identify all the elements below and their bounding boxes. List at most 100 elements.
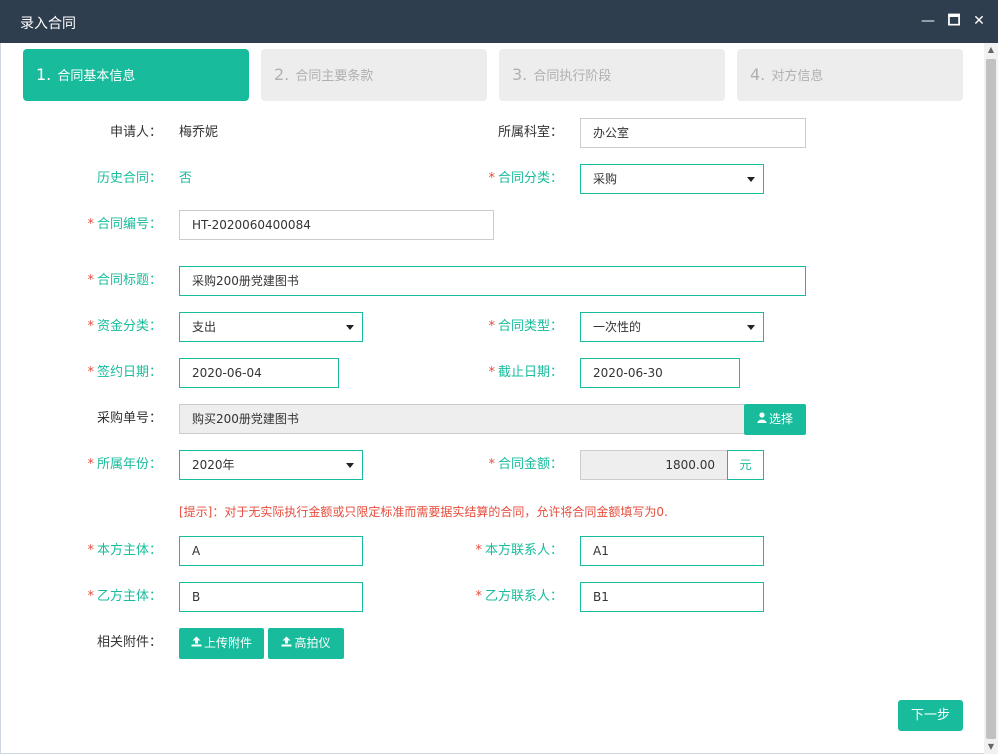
end-date-field[interactable]: 2020-06-30 [580, 358, 740, 388]
contract-category-label: * 合同分类： [440, 169, 563, 189]
step-number: 2. [274, 65, 290, 84]
required-mark: * [87, 365, 94, 380]
upload-icon [281, 628, 292, 659]
party-b-label-text: 乙方主体： [96, 589, 162, 604]
required-mark: * [87, 457, 94, 472]
step-label: 合同执行阶段 [533, 69, 612, 84]
amount-unit-addon: 元 [727, 450, 764, 480]
applicant-value: 梅乔妮 [179, 125, 219, 140]
contract-title-field[interactable]: 采购200册党建图书 [179, 266, 806, 296]
purchase-number-label: 采购单号： [96, 411, 162, 426]
upload-attachment-label: 上传附件 [203, 636, 252, 650]
contract-type-label: * 合同类型： [440, 317, 563, 337]
document-camera-label: 高拍仪 [294, 636, 331, 650]
required-mark: * [87, 589, 94, 604]
end-date-label-text: 截止日期： [497, 365, 563, 380]
applicant-label: 申请人： [109, 125, 162, 140]
maximize-icon[interactable]: 🗖 [943, 10, 965, 32]
minimize-icon[interactable]: — [917, 10, 939, 32]
contract-number-field[interactable]: HT-2020060400084 [179, 210, 494, 240]
fund-category-label: * 资金分类： [60, 317, 162, 337]
party-a-label-text: 本方主体： [96, 543, 162, 558]
contract-category-label-text: 合同分类： [497, 171, 563, 186]
contract-type-label-text: 合同类型： [497, 319, 563, 334]
year-label: * 所属年份： [60, 455, 162, 475]
year-value: 2020年 [192, 458, 235, 472]
party-a-contact-label-text: 本方联系人： [484, 543, 563, 558]
party-b-field[interactable]: B [179, 582, 363, 612]
contract-title-label: * 合同标题： [60, 271, 162, 291]
upload-attachment-button[interactable]: 上传附件 [179, 628, 264, 659]
party-b-contact-label: * 乙方联系人： [440, 587, 563, 607]
vertical-scrollbar[interactable]: ▲ ▼ [984, 43, 998, 754]
step-tab-counterparty[interactable]: 4. 对方信息 [737, 49, 963, 101]
contract-type-value: 一次性的 [593, 320, 642, 334]
year-label-text: 所属年份： [96, 457, 162, 472]
contract-type-select[interactable]: 一次性的 [580, 312, 764, 342]
department-field[interactable]: 办公室 [580, 118, 806, 148]
party-a-contact-field[interactable]: A1 [580, 536, 764, 566]
contract-title-label-text: 合同标题： [96, 273, 162, 288]
contract-amount-field: 1800.00 [580, 450, 728, 480]
required-mark: * [87, 319, 94, 334]
fund-category-value: 支出 [192, 320, 217, 334]
window-titlebar: 录入合同 — 🗖 ✕ [0, 0, 998, 43]
fund-category-label-text: 资金分类： [96, 319, 162, 334]
scroll-thumb[interactable] [986, 59, 996, 739]
amount-hint-text: [提示]：对于无实际执行金额或只限定标准而需要据实结算的合同，允许将合同金额填写… [179, 505, 668, 519]
party-a-label: * 本方主体： [60, 541, 162, 561]
sign-date-label-text: 签约日期： [96, 365, 162, 380]
required-mark: * [475, 589, 482, 604]
fund-category-select[interactable]: 支出 [179, 312, 363, 342]
user-icon [757, 404, 767, 435]
step-number: 3. [512, 65, 528, 84]
document-camera-button[interactable]: 高拍仪 [268, 628, 344, 659]
required-mark: * [488, 365, 495, 380]
step-label: 合同主要条款 [295, 69, 374, 84]
attachment-label: 相关附件： [96, 635, 162, 650]
step-number: 1. [36, 65, 52, 84]
history-contract-value: 否 [179, 171, 193, 186]
purchase-number-field: 购买200册党建图书 [179, 404, 745, 434]
required-mark: * [488, 457, 495, 472]
scroll-up-icon[interactable]: ▲ [984, 43, 998, 57]
step-number: 4. [750, 65, 766, 84]
select-purchase-button[interactable]: 选择 [744, 404, 806, 435]
contract-amount-label-text: 合同金额： [497, 457, 563, 472]
next-step-button[interactable]: 下一步 [898, 700, 963, 731]
party-a-contact-label: * 本方联系人： [440, 541, 563, 561]
party-a-field[interactable]: A [179, 536, 363, 566]
required-mark: * [475, 543, 482, 558]
contract-category-select[interactable]: 采购 [580, 164, 764, 194]
end-date-label: * 截止日期： [440, 363, 563, 383]
chevron-down-icon [346, 463, 354, 468]
step-tab-main-terms[interactable]: 2. 合同主要条款 [261, 49, 487, 101]
required-mark: * [488, 171, 495, 186]
step-label: 合同基本信息 [57, 69, 136, 84]
year-select[interactable]: 2020年 [179, 450, 363, 480]
party-b-label: * 乙方主体： [60, 587, 162, 607]
contract-amount-label: * 合同金额： [440, 455, 563, 475]
required-mark: * [87, 543, 94, 558]
contract-number-label: * 合同编号： [60, 215, 162, 235]
party-b-contact-field[interactable]: B1 [580, 582, 764, 612]
history-contract-label: 历史合同： [96, 171, 162, 186]
chevron-down-icon [346, 325, 354, 330]
step-tab-execution[interactable]: 3. 合同执行阶段 [499, 49, 725, 101]
department-label: 所属科室： [497, 125, 563, 140]
contract-number-label-text: 合同编号： [96, 217, 162, 232]
step-tab-basic-info[interactable]: 1. 合同基本信息 [23, 49, 249, 101]
scroll-down-icon[interactable]: ▼ [984, 740, 998, 754]
sign-date-field[interactable]: 2020-06-04 [179, 358, 339, 388]
required-mark: * [488, 319, 495, 334]
contract-category-value: 采购 [593, 172, 618, 186]
party-b-contact-label-text: 乙方联系人： [484, 589, 563, 604]
chevron-down-icon [747, 325, 755, 330]
upload-icon [191, 628, 202, 659]
required-mark: * [87, 217, 94, 232]
close-icon[interactable]: ✕ [968, 10, 990, 32]
chevron-down-icon [747, 177, 755, 182]
window-title: 录入合同 [20, 16, 76, 32]
contract-amount-value: 1800.00 [665, 458, 715, 472]
step-label: 对方信息 [771, 69, 824, 84]
